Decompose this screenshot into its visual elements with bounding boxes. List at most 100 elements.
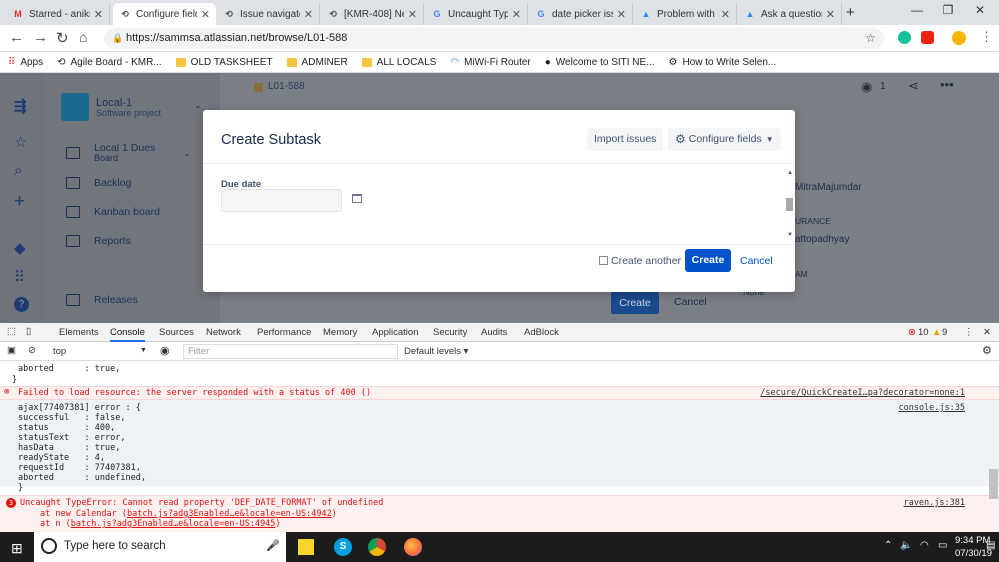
- app-switcher-icon[interactable]: ⠿: [14, 268, 25, 286]
- inline-create-button[interactable]: Create: [611, 292, 659, 314]
- browser-tab[interactable]: ⟲ Configure fields ✕: [113, 3, 216, 25]
- close-tab-icon[interactable]: ✕: [201, 8, 210, 21]
- device-toolbar-icon[interactable]: ▯: [26, 326, 31, 337]
- forward-icon[interactable]: →: [33, 29, 48, 46]
- console-settings-icon[interactable]: ⚙: [982, 344, 992, 357]
- create-another-label[interactable]: Create another: [611, 255, 681, 267]
- close-tab-icon[interactable]: ✕: [721, 8, 730, 21]
- devtools-tab[interactable]: Application: [372, 327, 418, 338]
- devtools-tab[interactable]: Performance: [257, 327, 311, 338]
- configure-fields-button[interactable]: ⚙ Configure fields ▼: [668, 128, 781, 151]
- firefox-icon[interactable]: [404, 538, 422, 556]
- inline-cancel-button[interactable]: Cancel: [674, 296, 707, 308]
- console-line[interactable]: ajax[77407381] error : {: [18, 403, 141, 413]
- import-issues-button[interactable]: Import issues: [587, 128, 664, 151]
- browser-tab[interactable]: Gdate picker iss ✕: [529, 3, 633, 25]
- console-source-link[interactable]: console.js:35: [898, 403, 965, 413]
- notifications-icon[interactable]: ◆: [14, 239, 26, 257]
- bookmark-item[interactable]: ⠿ Apps: [8, 57, 43, 68]
- devtools-tab[interactable]: Network: [206, 327, 241, 338]
- browser-tab[interactable]: M Starred - aniks ✕: [6, 3, 110, 25]
- windows-start-icon[interactable]: ⊞: [11, 540, 23, 557]
- chrome-icon[interactable]: [368, 538, 386, 556]
- project-avatar[interactable]: [61, 93, 89, 121]
- bookmark-item[interactable]: ⚙ How to Write Selen...: [669, 57, 777, 68]
- close-tab-icon[interactable]: ✕: [304, 8, 313, 21]
- grammarly-icon[interactable]: [898, 31, 911, 44]
- notification-center-icon[interactable]: ▤: [986, 540, 995, 551]
- create-button[interactable]: Create: [685, 249, 731, 272]
- calendar-icon[interactable]: [352, 194, 362, 203]
- console-error-message[interactable]: Uncaught TypeError: Cannot read property…: [20, 498, 383, 508]
- taskbar-search-box[interactable]: Type here to search 🎤: [34, 532, 286, 562]
- devtools-tab[interactable]: Console: [110, 327, 145, 342]
- scroll-down-icon[interactable]: ▼: [787, 232, 793, 238]
- jira-logo-icon[interactable]: ⇶: [14, 97, 27, 115]
- inspect-element-icon[interactable]: ⬚: [7, 326, 16, 337]
- sidebar-item-backlog[interactable]: Backlog: [66, 177, 131, 189]
- devtools-tab[interactable]: Memory: [323, 327, 357, 338]
- bookmark-star-icon[interactable]: ☆: [865, 28, 876, 49]
- bookmark-item[interactable]: ● Welcome to SITI NE...: [545, 57, 655, 68]
- cancel-button[interactable]: Cancel: [740, 255, 773, 267]
- skype-icon[interactable]: S: [334, 538, 352, 556]
- console-source-link[interactable]: /secure/QuickCreateI…pa?decorator=none:1: [760, 388, 965, 398]
- sidebar-item-reports[interactable]: Reports: [66, 235, 131, 247]
- minimize-icon[interactable]: —: [902, 3, 932, 17]
- project-chevron-icon[interactable]: ⌄: [194, 100, 202, 111]
- close-tab-icon[interactable]: ✕: [826, 8, 835, 21]
- maximize-icon[interactable]: ❐: [933, 3, 963, 17]
- board-chevron-icon[interactable]: ⌄: [183, 148, 191, 159]
- battery-icon[interactable]: ▭: [938, 540, 947, 551]
- browser-tab[interactable]: ▲ Problem with ✕: [634, 3, 737, 25]
- scroll-thumb[interactable]: [786, 198, 793, 211]
- starred-icon[interactable]: ☆: [14, 133, 27, 151]
- share-icon[interactable]: ⋖: [908, 78, 919, 94]
- search-icon[interactable]: ⌕: [14, 162, 22, 179]
- due-date-input[interactable]: [221, 189, 342, 212]
- context-caret-icon[interactable]: ▼: [140, 347, 147, 354]
- devtools-tab[interactable]: Elements: [59, 327, 99, 338]
- create-icon[interactable]: +: [14, 191, 25, 213]
- menu-kebab-icon[interactable]: ⋮: [980, 29, 993, 45]
- devtools-tab[interactable]: Sources: [159, 327, 194, 338]
- stack-frame-link[interactable]: batch.js?adg3Enabled…e&locale=en-US:4942: [127, 509, 332, 519]
- watch-icon[interactable]: ◉: [861, 79, 872, 95]
- log-levels-dropdown[interactable]: Default levels ▾: [404, 346, 468, 357]
- live-expression-eye-icon[interactable]: ◉: [160, 344, 170, 357]
- context-selector[interactable]: top: [53, 346, 66, 357]
- back-icon[interactable]: ←: [9, 29, 24, 46]
- browser-tab[interactable]: ⟲ [KMR-408] Ne ✕: [321, 3, 424, 25]
- close-tab-icon[interactable]: ✕: [617, 8, 626, 21]
- dialog-scrollbar[interactable]: ▲ ▼: [785, 170, 794, 240]
- sidebar-toggle-icon[interactable]: ▣: [7, 345, 16, 356]
- stack-frame-link[interactable]: batch.js?adg3Enabled…e&locale=en-US:4945: [71, 519, 276, 529]
- tray-overflow-icon[interactable]: ⌃: [884, 540, 892, 551]
- bookmark-item[interactable]: ◠ MiWi-Fi Router: [450, 57, 530, 68]
- browser-tab[interactable]: G Uncaught Type ✕: [425, 3, 528, 25]
- scroll-up-icon[interactable]: ▲: [787, 170, 793, 176]
- sticky-notes-icon[interactable]: [298, 539, 314, 555]
- console-scrollbar-thumb[interactable]: [989, 469, 998, 499]
- issue-key[interactable]: L01-588: [268, 81, 305, 92]
- devtools-tab[interactable]: AdBlock: [524, 327, 559, 338]
- console-source-link[interactable]: raven.js:381: [904, 498, 965, 508]
- sidebar-item-releases[interactable]: Releases: [66, 294, 138, 306]
- network-icon[interactable]: ◠: [920, 540, 929, 551]
- bookmark-item[interactable]: ⟲ Agile Board - KMR...: [57, 57, 162, 68]
- help-icon[interactable]: ?: [14, 297, 29, 312]
- bookmark-item[interactable]: OLD TASKSHEET: [175, 57, 273, 68]
- close-window-icon[interactable]: ✕: [965, 3, 995, 17]
- devtools-close-icon[interactable]: ✕: [983, 327, 991, 338]
- create-another-checkbox[interactable]: [599, 256, 608, 265]
- adblock-icon[interactable]: [921, 31, 934, 44]
- error-count[interactable]: 10: [918, 327, 929, 338]
- clear-console-icon[interactable]: ⊘: [28, 345, 36, 356]
- profile-avatar[interactable]: [952, 31, 966, 45]
- more-actions-icon[interactable]: •••: [940, 77, 954, 92]
- microphone-icon[interactable]: 🎤: [266, 539, 280, 552]
- devtools-tab[interactable]: Security: [433, 327, 467, 338]
- warning-count[interactable]: 9: [942, 327, 947, 338]
- close-tab-icon[interactable]: ✕: [512, 8, 521, 21]
- devtools-menu-icon[interactable]: ⋮: [964, 327, 974, 338]
